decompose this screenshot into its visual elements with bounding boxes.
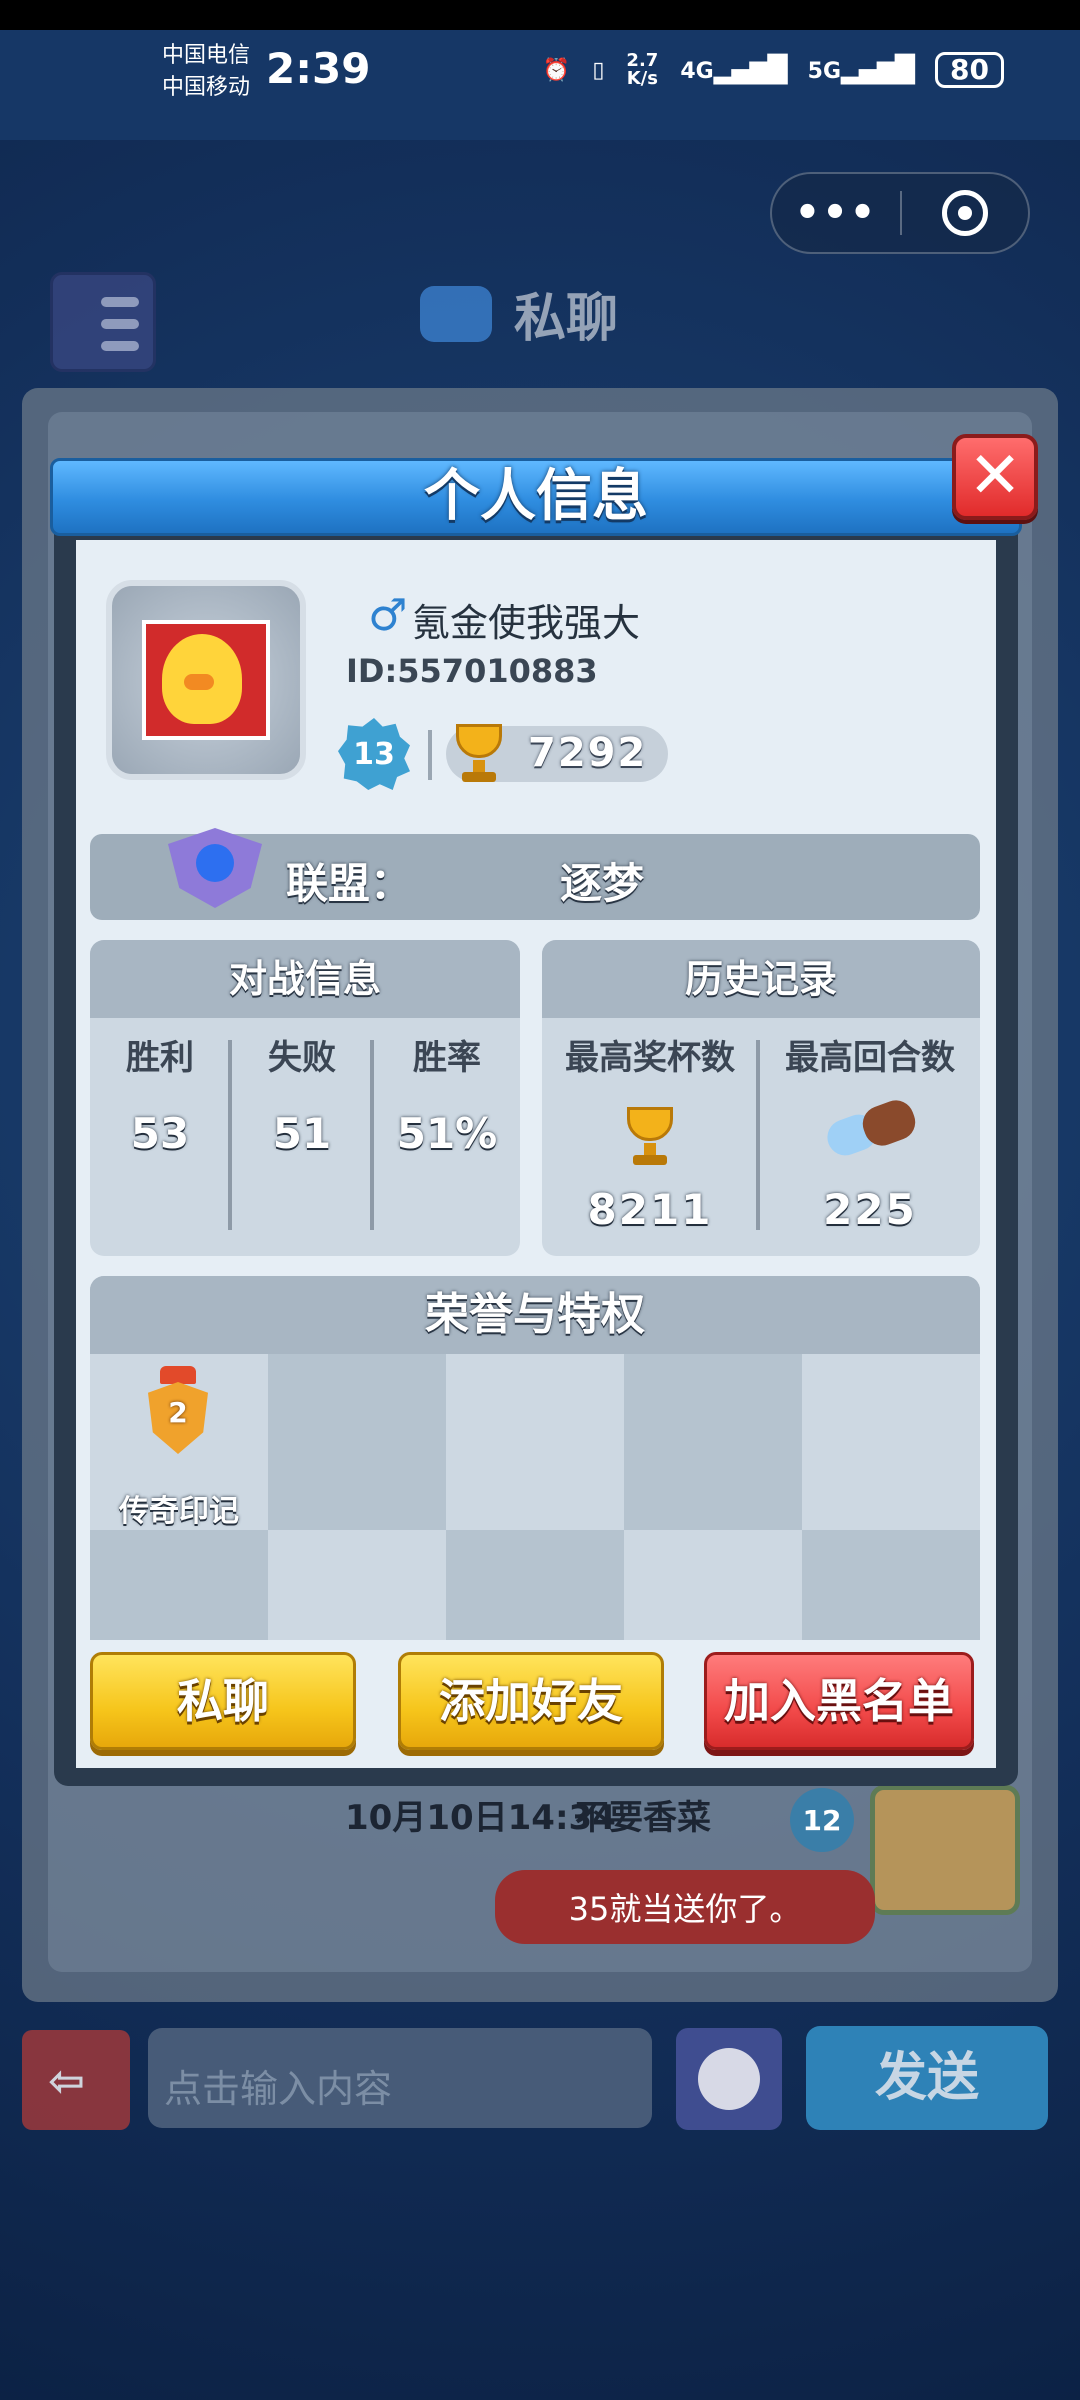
chat-menu-button[interactable] xyxy=(50,272,156,372)
vibrate-icon: ▯ xyxy=(592,57,605,83)
net-speed-unit: K/s xyxy=(626,68,658,89)
honors-title: 荣誉与特权 xyxy=(90,1276,980,1354)
modal-title: 个人信息 xyxy=(424,464,648,529)
message-user-avatar[interactable] xyxy=(870,1785,1020,1915)
alarm-icon: ⏰ xyxy=(542,57,571,83)
honor-slot-empty xyxy=(446,1530,624,1640)
battery-icon: 80 xyxy=(935,52,1004,88)
honor-slot-empty xyxy=(624,1530,802,1640)
modal-header: 个人信息 xyxy=(50,458,1022,536)
honor-slot-legend-mark[interactable]: 2 传奇印记 xyxy=(90,1354,268,1530)
history-panel: 历史记录 最高奖杯数 8211 最高回合数 225 xyxy=(542,940,980,1256)
more-button[interactable]: ••• xyxy=(772,190,900,236)
stat-label: 胜利 xyxy=(126,1038,194,1078)
net-speed: 2.7 K/s xyxy=(626,52,658,88)
level-badge: 13 xyxy=(338,718,410,790)
message-username: 不要香菜 xyxy=(575,1798,711,1838)
alliance-bar: 联盟： 逐梦 xyxy=(90,828,980,920)
network-1: 4G▂▄▆█ xyxy=(680,55,788,85)
stat-value: 51% xyxy=(396,1109,498,1158)
player-avatar xyxy=(106,580,306,780)
player-name: 氪金使我强大 xyxy=(412,601,641,645)
alliance-label: 联盟： xyxy=(286,859,413,908)
stat-value: 51 xyxy=(272,1109,332,1158)
stat-win-rate: 胜率 51% xyxy=(374,1030,520,1158)
honors-panel: 荣誉与特权 2 传奇印记 xyxy=(90,1276,980,1640)
stat-losses: 失败 51 xyxy=(232,1030,372,1158)
chat-title: 私聊 xyxy=(514,289,619,349)
male-icon: ♂ xyxy=(368,590,408,641)
blacklist-button[interactable]: 加入黑名单 xyxy=(704,1652,974,1750)
history-title: 历史记录 xyxy=(542,940,980,1018)
record-value: 8211 xyxy=(587,1185,713,1234)
honor-label: 传奇印记 xyxy=(119,1494,239,1529)
carrier-2: 中国移动 xyxy=(162,75,251,100)
alliance-emblem-icon xyxy=(168,828,262,908)
stat-label: 失败 xyxy=(268,1038,336,1078)
status-time: 2:39 xyxy=(266,44,371,93)
player-id: ID:557010883 xyxy=(346,652,598,690)
record-value: 225 xyxy=(823,1185,917,1234)
battle-info-title: 对战信息 xyxy=(90,940,520,1018)
trophy-icon xyxy=(446,720,512,786)
arrow-left-icon: ⇦ xyxy=(48,2056,85,2107)
menu-line-icon xyxy=(101,319,139,329)
chat-input-bar: ⇦ 点击输入内容 发送 xyxy=(0,2020,1080,2150)
chat-bubble-icon xyxy=(420,285,492,342)
chat-header: 私聊 xyxy=(420,276,618,351)
menu-line-icon xyxy=(101,341,139,351)
status-icons: ⏰ ▯ 2.7 K/s 4G▂▄▆█ 5G▂▄▆█ 80 xyxy=(543,52,1004,88)
signal-icon: ▂▄▆█ xyxy=(841,55,915,85)
record-max-rounds: 最高回合数 225 xyxy=(760,1030,980,1234)
private-chat-button[interactable]: 私聊 xyxy=(90,1652,356,1750)
record-label: 最高回合数 xyxy=(785,1038,955,1078)
trophy-count: 7292 xyxy=(446,724,668,782)
close-miniapp-button[interactable] xyxy=(902,190,1028,236)
avatar-image xyxy=(142,620,270,740)
legend-mark-number: 2 xyxy=(168,1396,188,1429)
message-bubble: 35就当送你了。 xyxy=(495,1870,875,1944)
miniapp-capsule: ••• xyxy=(770,172,1030,254)
battle-info-panel: 对战信息 胜利 53 失败 51 胜率 51% xyxy=(90,940,520,1256)
carrier-info: 中国电信 中国移动 xyxy=(162,40,250,104)
record-max-trophies: 最高奖杯数 8211 xyxy=(542,1030,758,1234)
honor-slot-empty xyxy=(802,1354,980,1530)
network-2: 5G▂▄▆█ xyxy=(807,55,915,85)
stat-label: 胜率 xyxy=(413,1038,481,1078)
modal-body: ♂ 氪金使我强大 ID:557010883 13 7292 联盟： 逐梦 对战信… xyxy=(76,540,996,1768)
honor-slot-empty xyxy=(446,1354,624,1530)
honor-slot-empty xyxy=(90,1530,268,1640)
handshake-icon xyxy=(822,1095,921,1175)
honor-slot-empty xyxy=(268,1354,446,1530)
honor-slot-empty xyxy=(802,1530,980,1640)
honors-grid: 2 传奇印记 xyxy=(90,1354,980,1640)
divider xyxy=(428,730,432,780)
stat-wins: 胜利 53 xyxy=(90,1030,230,1158)
trophy-value: 7292 xyxy=(528,730,648,776)
record-label: 最高奖杯数 xyxy=(565,1038,735,1078)
alliance-name: 逐梦 xyxy=(560,859,645,908)
smiley-icon xyxy=(698,2048,760,2110)
honor-slot-empty xyxy=(624,1354,802,1530)
profile-modal: 个人信息 ♂ 氪金使我强大 ID:557010883 13 7292 联盟： 逐… xyxy=(50,458,1022,1786)
legend-mark-icon: 2 xyxy=(130,1366,226,1466)
add-friend-button[interactable]: 添加好友 xyxy=(398,1652,664,1750)
message-input[interactable]: 点击输入内容 xyxy=(148,2028,652,2128)
emoji-button[interactable] xyxy=(676,2028,782,2130)
target-icon xyxy=(941,190,988,236)
carrier-1: 中国电信 xyxy=(162,43,251,68)
honor-slot-empty xyxy=(268,1530,446,1640)
status-bar: 中国电信 中国移动 2:39 ⏰ ▯ 2.7 K/s 4G▂▄▆█ 5G▂▄▆█… xyxy=(0,0,1080,140)
duck-icon xyxy=(162,634,242,724)
message-user-level: 12 xyxy=(790,1788,854,1852)
stat-value: 53 xyxy=(130,1109,190,1158)
signal-icon: ▂▄▆█ xyxy=(713,55,788,85)
send-button[interactable]: 发送 xyxy=(806,2026,1048,2130)
back-button[interactable]: ⇦ xyxy=(22,2030,130,2130)
menu-line-icon xyxy=(101,297,139,307)
close-modal-button[interactable]: ✕ xyxy=(952,434,1038,520)
trophy-icon xyxy=(607,1097,693,1175)
